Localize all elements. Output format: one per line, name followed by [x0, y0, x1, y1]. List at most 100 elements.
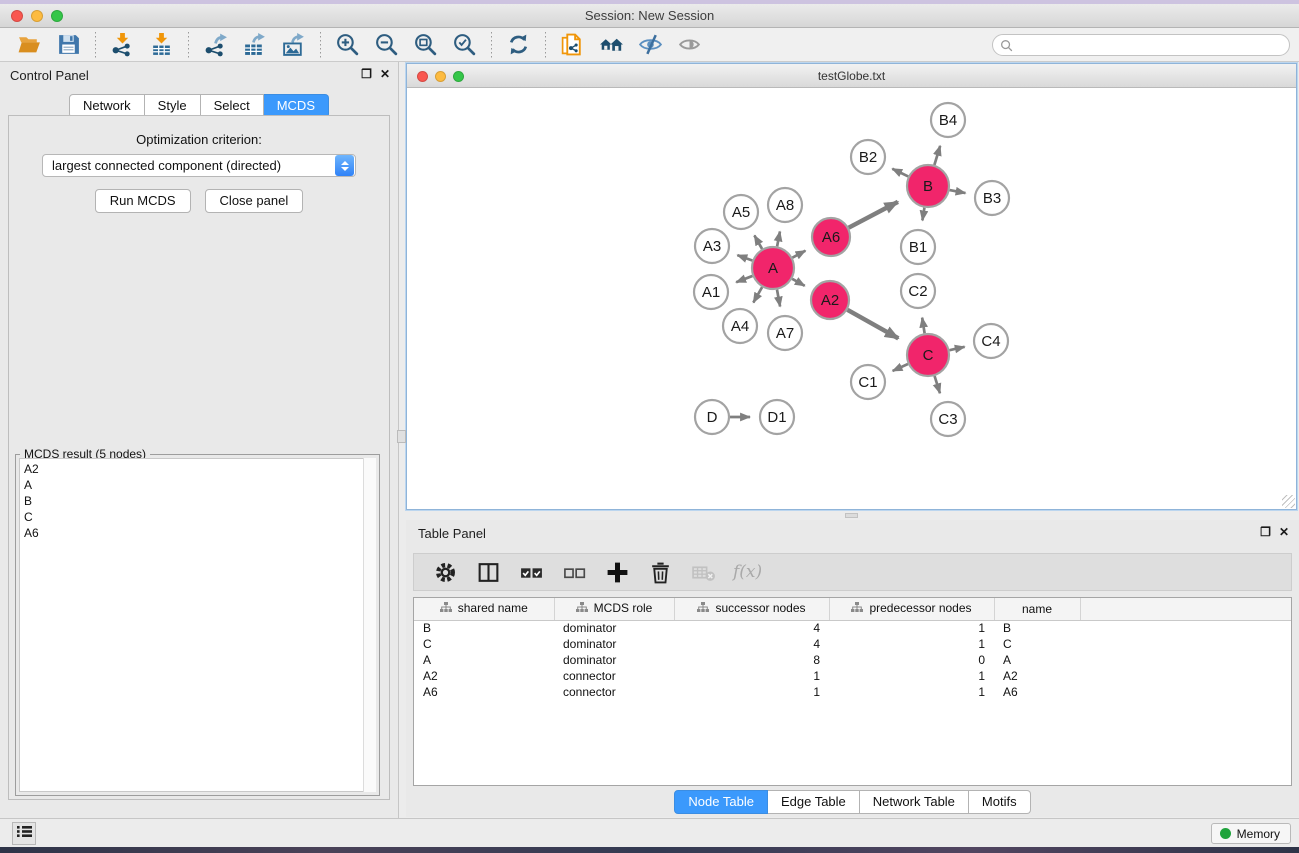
table-cell[interactable]: dominator	[554, 636, 674, 652]
edge-A6-B[interactable]	[849, 202, 898, 228]
export-table-icon[interactable]	[241, 31, 268, 58]
add-column-icon[interactable]	[604, 559, 631, 586]
zoom-selected-icon[interactable]	[451, 31, 478, 58]
refresh-icon[interactable]	[505, 31, 532, 58]
table-cell[interactable]	[1080, 652, 1291, 668]
zoom-out-icon[interactable]	[373, 31, 400, 58]
table-cell[interactable]	[1080, 684, 1291, 700]
result-item[interactable]: A2	[24, 461, 375, 477]
table-cell[interactable]: B	[414, 620, 554, 636]
zoom-in-icon[interactable]	[334, 31, 361, 58]
result-item[interactable]: A6	[24, 525, 375, 541]
table-cell[interactable]: connector	[554, 668, 674, 684]
close-panel-icon[interactable]: ✕	[380, 67, 390, 81]
table-cell[interactable]: 4	[674, 620, 829, 636]
edge-B-B2[interactable]	[892, 169, 908, 177]
edge-A2-C[interactable]	[847, 310, 898, 339]
table-cell[interactable]: 1	[829, 636, 994, 652]
tab-node-table[interactable]: Node Table	[674, 790, 768, 814]
table-cell[interactable]	[1080, 620, 1291, 636]
table-cell[interactable]: A	[414, 652, 554, 668]
zoom-fit-icon[interactable]	[412, 31, 439, 58]
table-row[interactable]: Adominator80A	[414, 652, 1291, 668]
delete-column-icon[interactable]	[647, 559, 674, 586]
table-cell[interactable]: A	[994, 652, 1080, 668]
table-cell[interactable]: A2	[994, 668, 1080, 684]
table-cell[interactable]: 1	[674, 684, 829, 700]
table-settings-icon[interactable]	[432, 559, 459, 586]
table-cell[interactable]: 1	[829, 668, 994, 684]
table-cell[interactable]	[1080, 668, 1291, 684]
tab-motifs[interactable]: Motifs	[969, 790, 1031, 814]
search-input[interactable]	[1013, 36, 1289, 54]
table-row[interactable]: A2connector11A2	[414, 668, 1291, 684]
table-cell[interactable]	[1080, 636, 1291, 652]
neighborhood-icon[interactable]	[598, 31, 625, 58]
open-session-icon[interactable]	[16, 31, 43, 58]
vertical-splitter-grip[interactable]	[397, 430, 406, 443]
edge-A-A3[interactable]	[737, 255, 752, 260]
resize-grip[interactable]	[1282, 495, 1295, 508]
table-cell[interactable]: 1	[829, 620, 994, 636]
table-row[interactable]: Cdominator41C	[414, 636, 1291, 652]
edge-C-C3[interactable]	[935, 376, 940, 393]
edge-A-A1[interactable]	[736, 276, 752, 282]
edge-A-A6[interactable]	[792, 251, 805, 258]
result-scrollbar[interactable]	[363, 458, 376, 792]
table-cell[interactable]: 4	[674, 636, 829, 652]
edge-A-A5[interactable]	[754, 235, 762, 248]
table-cell[interactable]: C	[994, 636, 1080, 652]
result-item[interactable]: A	[24, 477, 375, 493]
tab-edge-table[interactable]: Edge Table	[768, 790, 860, 814]
edge-A-A2[interactable]	[792, 279, 805, 286]
column-header-shared-name[interactable]: shared name	[414, 598, 554, 620]
table-cell[interactable]: 1	[829, 684, 994, 700]
result-item[interactable]: C	[24, 509, 375, 525]
import-network-icon[interactable]	[109, 31, 136, 58]
column-header-predecessor-nodes[interactable]: predecessor nodes	[829, 598, 994, 620]
edge-C-C2[interactable]	[922, 318, 924, 334]
table-row[interactable]: Bdominator41B	[414, 620, 1291, 636]
export-image-icon[interactable]	[280, 31, 307, 58]
save-session-icon[interactable]	[55, 31, 82, 58]
import-table-icon[interactable]	[148, 31, 175, 58]
criterion-select[interactable]: largest connected component (directed)	[42, 154, 356, 177]
deselect-all-icon[interactable]	[561, 559, 588, 586]
close-table-panel-icon[interactable]: ✕	[1279, 525, 1289, 539]
column-header-successor-nodes[interactable]: successor nodes	[674, 598, 829, 620]
memory-button[interactable]: Memory	[1211, 823, 1291, 844]
edge-B-B1[interactable]	[922, 208, 924, 221]
column-header-MCDS-role[interactable]: MCDS role	[554, 598, 674, 620]
table-cell[interactable]: A6	[994, 684, 1080, 700]
table-row[interactable]: A6connector11A6	[414, 684, 1291, 700]
table-cell[interactable]: dominator	[554, 652, 674, 668]
hide-selected-icon[interactable]	[637, 31, 664, 58]
split-table-icon[interactable]	[475, 559, 502, 586]
horizontal-splitter-grip[interactable]	[845, 513, 858, 518]
result-item[interactable]: B	[24, 493, 375, 509]
edge-C-C4[interactable]	[949, 347, 964, 350]
float-table-panel-icon[interactable]: ❐	[1260, 525, 1271, 539]
table-cell[interactable]: B	[994, 620, 1080, 636]
close-panel-button[interactable]: Close panel	[205, 189, 304, 213]
table-cell[interactable]: A6	[414, 684, 554, 700]
edge-A-A4[interactable]	[753, 287, 762, 302]
edge-B-B3[interactable]	[950, 190, 966, 193]
table-cell[interactable]: connector	[554, 684, 674, 700]
export-network-icon[interactable]	[202, 31, 229, 58]
mcds-result-list[interactable]: A2ABCA6	[19, 458, 376, 792]
network-file-icon[interactable]	[559, 31, 586, 58]
table-cell[interactable]: 0	[829, 652, 994, 668]
edge-A-A8[interactable]	[777, 232, 780, 247]
edge-B-B4[interactable]	[934, 146, 940, 165]
run-mcds-button[interactable]: Run MCDS	[95, 189, 191, 213]
tab-network-table[interactable]: Network Table	[860, 790, 969, 814]
table-cell[interactable]: dominator	[554, 620, 674, 636]
table-cell[interactable]: 8	[674, 652, 829, 668]
float-panel-icon[interactable]: ❐	[361, 67, 372, 81]
show-all-icon[interactable]	[676, 31, 703, 58]
table-cell[interactable]: C	[414, 636, 554, 652]
select-all-icon[interactable]	[518, 559, 545, 586]
table-cell[interactable]: A2	[414, 668, 554, 684]
search-field[interactable]	[992, 34, 1290, 56]
